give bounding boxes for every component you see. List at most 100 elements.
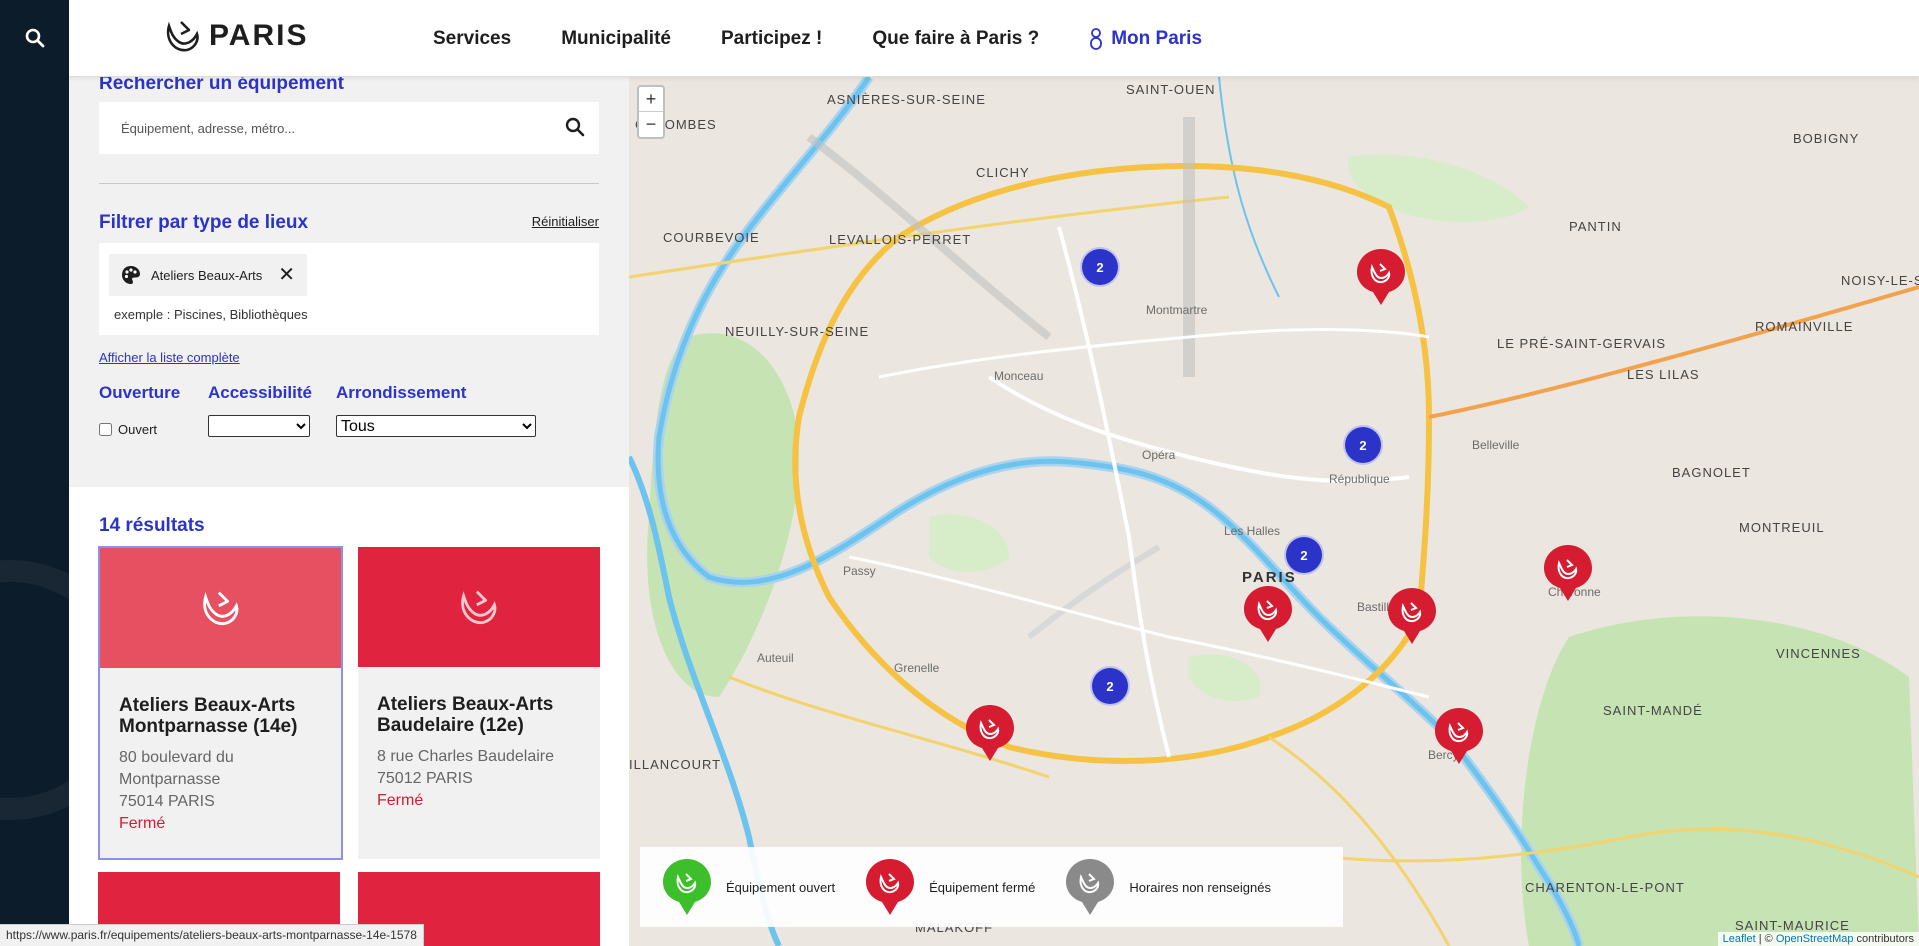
map-label: BOBIGNY bbox=[1793, 131, 1860, 146]
open-filter: Ouvert bbox=[99, 422, 157, 437]
filters-area: Rechercher un équipement Filtrer par typ… bbox=[69, 77, 629, 487]
leaflet-link[interactable]: Leaflet bbox=[1723, 933, 1756, 945]
result-card[interactable]: Ateliers Beaux-Arts Baudelaire (12e) 8 r… bbox=[358, 547, 600, 859]
site-search-button[interactable] bbox=[0, 0, 69, 76]
user-icon bbox=[1090, 27, 1103, 50]
map-label: Les Halles bbox=[1224, 524, 1281, 538]
closed-pin-icon bbox=[1544, 545, 1592, 601]
closed-pin-icon bbox=[1388, 588, 1436, 644]
map-pin-closed[interactable] bbox=[1434, 707, 1484, 765]
zoom-out-button[interactable]: − bbox=[639, 112, 663, 137]
open-pin-icon bbox=[663, 859, 711, 915]
mon-paris-label: Mon Paris bbox=[1111, 27, 1203, 49]
attribution-separator: | © bbox=[1755, 933, 1776, 945]
card-title: Ateliers Beaux-Arts Baudelaire (12e) bbox=[377, 694, 554, 736]
map-base bbox=[629, 77, 1919, 946]
filter-example-text: exemple : Piscines, Bibliothèques bbox=[114, 307, 308, 322]
results-count: 14 résultats bbox=[99, 515, 205, 536]
map-label: ASNIÈRES-SUR-SEINE bbox=[827, 92, 986, 107]
map-label: SAINT-MAURICE bbox=[1735, 918, 1850, 933]
browser-status-url: https://www.paris.fr/equipements/atelier… bbox=[0, 924, 424, 946]
map-label: VINCENNES bbox=[1776, 646, 1861, 661]
close-icon[interactable]: ✕ bbox=[278, 265, 295, 285]
map-label: CLICHY bbox=[976, 165, 1030, 180]
reset-link[interactable]: Réinitialiser bbox=[532, 214, 599, 229]
opening-heading: Ouverture bbox=[99, 383, 181, 402]
nav-participez[interactable]: Participez ! bbox=[721, 28, 822, 50]
search-title: Rechercher un équipement bbox=[99, 77, 344, 94]
search-icon bbox=[25, 28, 44, 48]
nav-que-faire[interactable]: Que faire à Paris ? bbox=[872, 28, 1039, 50]
map-pin-closed[interactable] bbox=[1543, 544, 1593, 602]
filter-title: Filtrer par type de lieux bbox=[99, 212, 309, 233]
header: PARIS Services Municipalité Participez !… bbox=[69, 0, 1919, 77]
result-card[interactable]: Ateliers Beaux-Arts Montparnasse (14e) 8… bbox=[98, 546, 343, 860]
district-heading: Arrondissement bbox=[336, 383, 467, 402]
selected-filter-tag[interactable]: Ateliers Beaux-Arts ✕ bbox=[109, 254, 308, 296]
map-label: Grenelle bbox=[894, 661, 940, 675]
map-label: CHARENTON-LE-PONT bbox=[1525, 880, 1685, 895]
map-legend: Équipement ouvert Équipement fermé Horai… bbox=[640, 847, 1343, 927]
district-select[interactable]: Tous bbox=[336, 415, 536, 437]
map-pin-closed[interactable] bbox=[1356, 248, 1406, 306]
marker-cluster[interactable]: 2 bbox=[1284, 535, 1324, 575]
map-label: Monceau bbox=[994, 369, 1044, 383]
map-label: SAINT-MANDÉ bbox=[1603, 703, 1703, 718]
legend-open-label: Équipement ouvert bbox=[726, 879, 836, 895]
selected-filter-label: Ateliers Beaux-Arts bbox=[151, 267, 263, 283]
search-icon bbox=[565, 117, 585, 137]
map-label: PARIS bbox=[1242, 569, 1297, 586]
closed-pin-icon bbox=[1435, 708, 1483, 764]
map-pin-closed[interactable] bbox=[1387, 587, 1437, 645]
map-attribution: Leaflet | © OpenStreetMap contributors bbox=[1717, 932, 1919, 946]
paris-ship-icon bbox=[166, 21, 199, 52]
card-address-line: 8 rue Charles Baudelaire bbox=[377, 748, 554, 765]
full-list-link[interactable]: Afficher la liste complète bbox=[99, 350, 240, 365]
map-label: ROMAINVILLE bbox=[1755, 319, 1854, 334]
map-label: Opéra bbox=[1142, 448, 1176, 462]
card-status: Fermé bbox=[377, 792, 424, 809]
map-label: LEVALLOIS-PERRET bbox=[829, 232, 972, 247]
map-label: République bbox=[1329, 472, 1390, 486]
search-submit-button[interactable] bbox=[565, 117, 585, 142]
mon-paris-link[interactable]: Mon Paris bbox=[1089, 28, 1202, 50]
map[interactable]: SAINT-OUEN ASNIÈRES-SUR-SEINE COLOMBES C… bbox=[629, 77, 1919, 946]
legend-unknown: Horaires non renseignés bbox=[1065, 858, 1271, 916]
card-address-line: 80 boulevard du bbox=[119, 749, 234, 766]
map-pin-closed[interactable] bbox=[965, 704, 1015, 762]
map-label: BAGNOLET bbox=[1672, 465, 1751, 480]
legend-unknown-label: Horaires non renseignés bbox=[1129, 879, 1271, 895]
results-panel: Rechercher un équipement Filtrer par typ… bbox=[69, 77, 629, 946]
side-strip bbox=[0, 0, 69, 946]
legend-closed-label: Équipement fermé bbox=[929, 879, 1036, 895]
map-label: Passy bbox=[843, 564, 876, 578]
map-label: NOISY-LE-SEC bbox=[1841, 273, 1919, 288]
nav-municipalite[interactable]: Municipalité bbox=[561, 28, 671, 50]
closed-pin-icon bbox=[866, 859, 915, 915]
nav-services[interactable]: Services bbox=[433, 28, 511, 50]
marker-cluster[interactable]: 2 bbox=[1080, 247, 1120, 287]
marker-cluster[interactable]: 2 bbox=[1343, 425, 1383, 465]
logo-text: PARIS bbox=[209, 19, 309, 52]
paris-logo[interactable]: PARIS bbox=[163, 16, 308, 56]
map-pin-closed[interactable] bbox=[1243, 585, 1293, 643]
accessibility-select[interactable] bbox=[208, 415, 310, 437]
osm-link[interactable]: OpenStreetMap bbox=[1776, 933, 1854, 945]
main-nav: Services Municipalité Participez ! Que f… bbox=[433, 0, 1252, 77]
palette-icon bbox=[122, 266, 140, 284]
legend-closed: Équipement fermé bbox=[865, 858, 1035, 916]
closed-pin-icon bbox=[1244, 586, 1292, 642]
accessibility-heading: Accessibilité bbox=[208, 383, 312, 402]
zoom-in-button[interactable]: + bbox=[639, 87, 663, 112]
map-label: Montmartre bbox=[1146, 303, 1208, 317]
open-checkbox[interactable] bbox=[99, 423, 112, 436]
map-label: NEUILLY-SUR-SEINE bbox=[725, 324, 870, 339]
marker-cluster[interactable]: 2 bbox=[1090, 666, 1130, 706]
decorative-circle bbox=[0, 560, 69, 820]
card-address-line: Montparnasse bbox=[119, 771, 221, 788]
place-type-filter[interactable]: Ateliers Beaux-Arts ✕ exemple : Piscines… bbox=[99, 243, 599, 335]
legend-open: Équipement ouvert bbox=[662, 858, 835, 916]
equipment-search-input[interactable] bbox=[119, 119, 549, 137]
map-label: LES LILAS bbox=[1627, 367, 1700, 382]
map-label: Belleville bbox=[1472, 438, 1520, 452]
